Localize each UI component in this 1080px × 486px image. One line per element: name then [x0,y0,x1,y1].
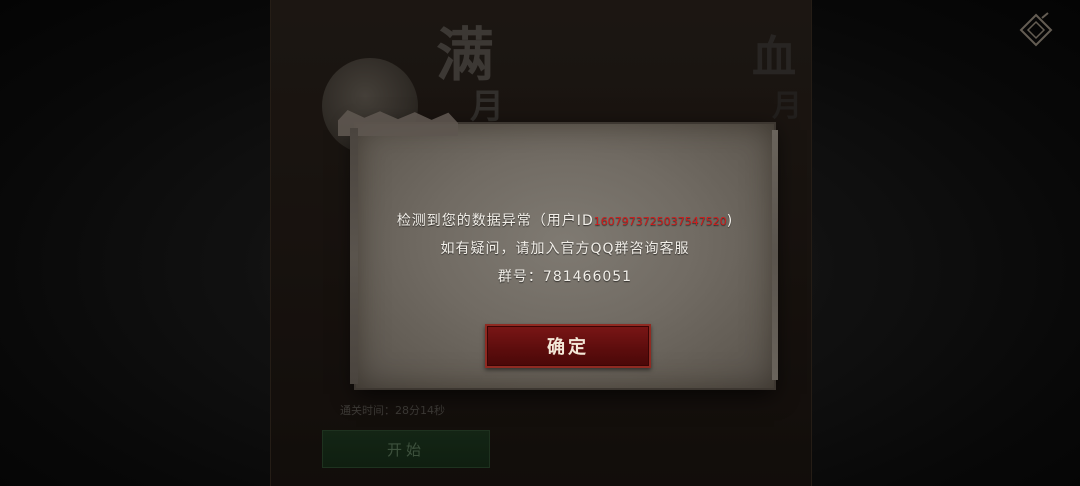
anomaly-message-prefix: 检测到您的数据异常（用户ID [396,213,594,229]
data-anomaly-dialog: 检测到您的数据异常（用户ID1607973725037547520) 如有疑问，… [350,124,778,388]
user-id-value: 1607973725037547520 [593,215,727,228]
qq-group-number: 群号：781466051 [497,269,633,285]
contact-support-message: 如有疑问，请加入官方QQ群咨询客服 [440,241,690,257]
game-screen: 满 月 血 月 通关时间：28分14秒 开始 检测到您的数据异常（用户ID160… [0,0,1080,486]
confirm-button[interactable]: 确定 [485,324,651,368]
anomaly-message: 检测到您的数据异常（用户ID1607973725037547520) [356,210,774,230]
anomaly-message-suffix: ) [726,213,734,229]
